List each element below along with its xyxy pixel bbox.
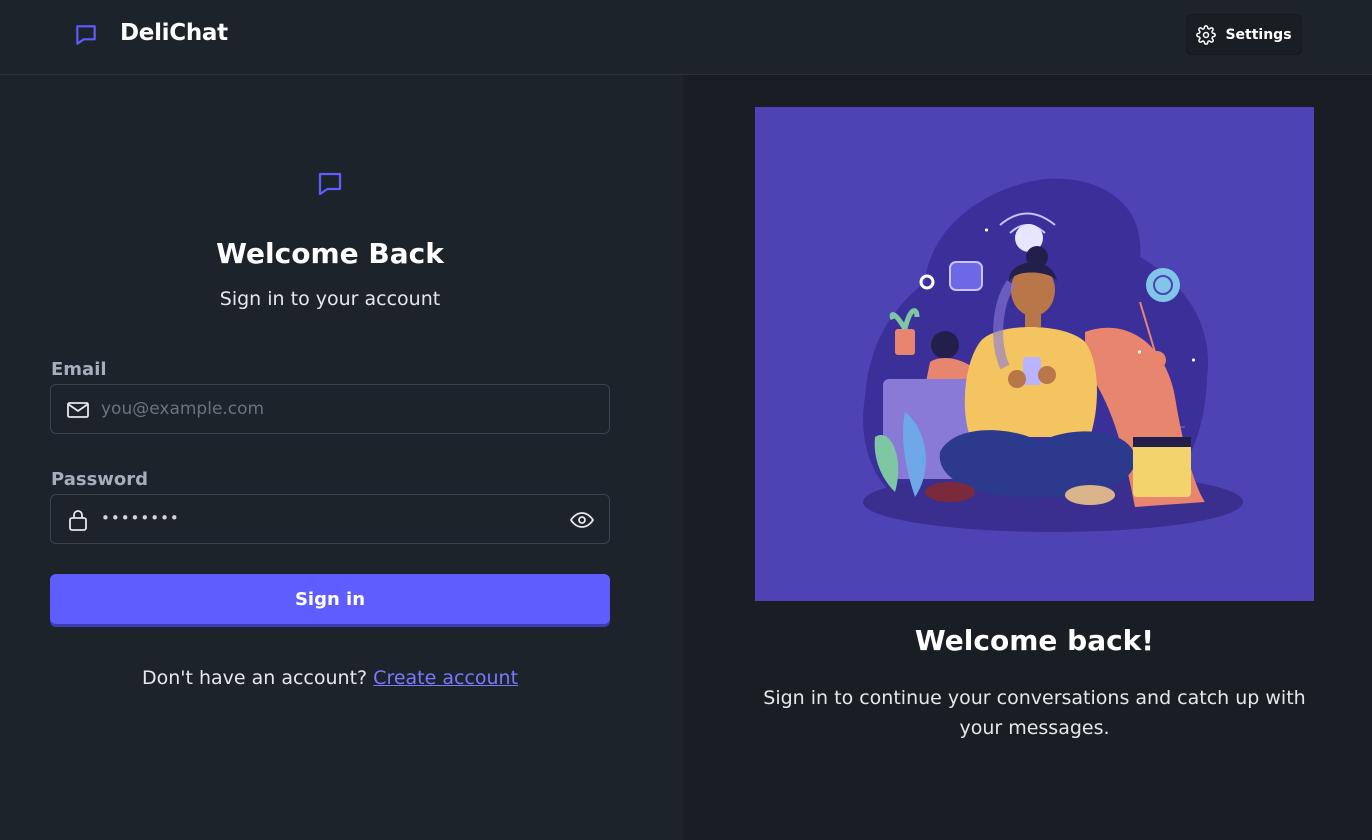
promo-panel: Welcome back! Sign in to continue your c…	[683, 75, 1372, 840]
lock-icon	[69, 510, 87, 531]
login-title: Welcome Back	[216, 237, 444, 270]
promo-title: Welcome back!	[914, 624, 1155, 657]
email-label: Email	[51, 359, 107, 380]
promo-text: Sign in to continue your conversations a…	[763, 687, 1306, 739]
brand-name[interactable]: DeliChat	[120, 20, 228, 46]
chat-bubble-icon	[318, 172, 342, 196]
sign-in-button[interactable]: Sign in	[50, 574, 610, 624]
signup-prompt: Don't have an account? Create account	[0, 667, 660, 689]
mail-icon	[67, 402, 89, 418]
chat-bubble-icon[interactable]	[73, 22, 99, 48]
email-input[interactable]	[101, 385, 541, 433]
eye-icon[interactable]	[569, 508, 595, 532]
login-panel: Welcome Back Sign in to your account Ema…	[0, 75, 683, 840]
top-navbar: DeliChat Settings	[0, 0, 1372, 75]
create-account-link[interactable]: Create account	[373, 667, 518, 689]
password-input[interactable]: ••••••••	[101, 509, 180, 527]
person-chatting-illustration	[755, 107, 1314, 601]
password-label: Password	[51, 469, 149, 490]
login-subtitle: Sign in to your account	[219, 288, 441, 310]
signup-prompt-text: Don't have an account?	[141, 667, 368, 689]
settings-label: Settings	[1225, 26, 1292, 43]
gear-icon	[1196, 24, 1217, 45]
settings-button[interactable]: Settings	[1186, 14, 1302, 55]
password-field[interactable]: ••••••••	[50, 494, 610, 544]
email-field[interactable]	[50, 384, 610, 434]
